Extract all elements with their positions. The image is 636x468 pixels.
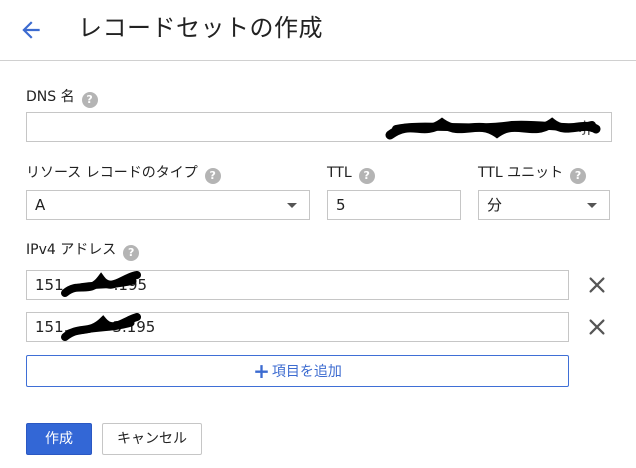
close-icon[interactable] [586,316,608,338]
add-item-button[interactable]: + 項目を追加 [26,355,569,387]
help-icon[interactable]: ? [123,245,140,261]
help-icon[interactable]: ? [204,168,221,184]
dns-name-field[interactable]: .jp. [26,112,612,142]
ttl-unit-label: TTL ユニット? [478,164,587,184]
dns-name-label: DNS 名? [26,88,98,108]
page-title: レコードセットの作成 [78,14,323,42]
record-type-select[interactable]: A [26,190,310,220]
dns-name-input[interactable] [35,113,603,141]
page-header: レコードセットの作成 [0,0,636,61]
help-icon[interactable]: ? [81,92,98,108]
dns-suffix: .jp. [577,118,601,136]
plus-icon: + [253,359,270,383]
ipv4-address-field[interactable]: 151.195 [26,270,569,300]
ipv4-label: IPv4 アドレス? [26,241,140,261]
arrow-left-icon[interactable] [18,17,44,43]
ttl-unit-select[interactable]: 分 [478,190,610,220]
create-button[interactable]: 作成 [26,423,92,455]
ttl-label: TTL? [327,164,375,184]
help-icon[interactable]: ? [358,168,375,184]
dropdown-caret-icon [587,203,597,208]
help-icon[interactable]: ? [570,168,587,184]
cancel-button[interactable]: キャンセル [102,423,202,455]
ttl-field[interactable] [327,190,461,220]
ttl-input[interactable] [336,191,452,219]
close-icon[interactable] [586,274,608,296]
ipv4-address-field[interactable]: 151. 3.195 [26,312,569,342]
dropdown-caret-icon [287,203,297,208]
record-type-label: リソース レコードのタイプ? [26,164,221,184]
